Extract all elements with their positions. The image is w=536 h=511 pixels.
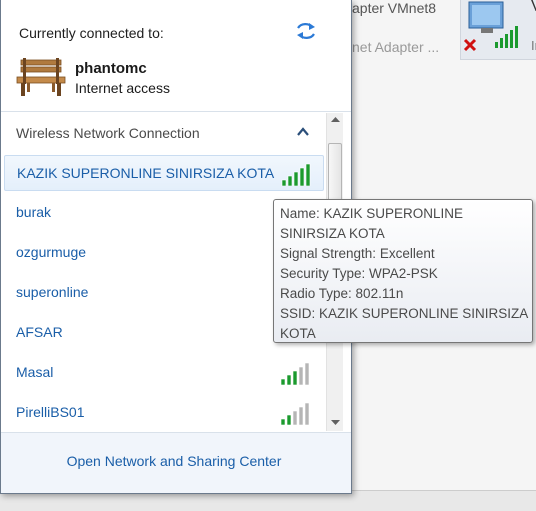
- wireless-section-header[interactable]: Wireless Network Connection: [1, 113, 326, 153]
- connected-label: Currently connected to:: [19, 25, 164, 41]
- connected-section: Currently connected to: phantomc Interne…: [1, 0, 351, 112]
- scroll-up-icon[interactable]: [327, 113, 344, 127]
- background-letter-bottom: Ir: [531, 38, 536, 53]
- network-item[interactable]: PirelliBS01: [4, 395, 324, 431]
- tooltip-line: Signal Strength: Excellent: [280, 246, 435, 261]
- connected-network-status: Internet access: [75, 80, 170, 96]
- signal-bar: [299, 167, 305, 186]
- signal-bar: [287, 175, 293, 186]
- network-item-label: KAZIK SUPERONLINE SINIRSIZA KOTA: [17, 165, 275, 181]
- signal-bar: [280, 418, 286, 425]
- signal-strength-icon: [281, 163, 311, 186]
- monitor-disconnected-icon: [463, 1, 518, 52]
- background-letter-top: V: [531, 0, 536, 16]
- tooltip-line: Name: KAZIK SUPERONLINE: [280, 206, 464, 221]
- flyout-footer: Open Network and Sharing Center: [1, 432, 351, 493]
- network-item-label: PirelliBS01: [16, 404, 85, 420]
- open-network-sharing-center-link[interactable]: Open Network and Sharing Center: [1, 453, 347, 469]
- signal-bar: [298, 406, 304, 425]
- network-item[interactable]: KAZIK SUPERONLINE SINIRSIZA KOTA: [4, 155, 324, 191]
- network-item-label: Masal: [16, 364, 54, 380]
- chevron-up-icon[interactable]: [296, 126, 310, 138]
- network-item-label: superonline: [16, 284, 89, 300]
- background-adapter-name: apter VMnet8: [352, 0, 437, 16]
- background-adapter-type: net Adapter ...: [352, 39, 440, 55]
- tooltip-line: Radio Type: 802.11n: [280, 286, 404, 301]
- network-item-label: AFSAR: [16, 324, 63, 340]
- signal-bar: [304, 402, 310, 425]
- network-item-label: ozgurmuge: [16, 244, 87, 260]
- tooltip-line: KOTA: [280, 326, 316, 341]
- signal-bar: [292, 370, 298, 385]
- signal-bar: [305, 163, 311, 186]
- signal-strength-icon: [280, 362, 310, 385]
- signal-bar: [304, 362, 310, 385]
- network-item[interactable]: Masal: [4, 355, 324, 391]
- signal-strength-icon: [280, 402, 310, 425]
- network-tooltip: Name: KAZIK SUPERONLINE SINIRSIZA KOTA Sig…: [273, 199, 533, 343]
- tooltip-line: SINIRSIZA KOTA: [280, 226, 385, 241]
- tooltip-line: SSID: KAZIK SUPERONLINE SINIRSIZA: [280, 306, 529, 321]
- connected-network-name: phantomc: [75, 60, 147, 77]
- scroll-down-icon[interactable]: [327, 415, 344, 429]
- tooltip-line: Security Type: WPA2-PSK: [280, 266, 438, 281]
- signal-bar: [286, 414, 292, 425]
- network-adapter-icon[interactable]: V Ir: [460, 0, 536, 60]
- signal-bar: [286, 374, 292, 385]
- signal-bar: [292, 410, 298, 425]
- wireless-section-label: Wireless Network Connection: [16, 125, 200, 141]
- bench-icon: [16, 58, 66, 96]
- signal-bar: [298, 366, 304, 385]
- signal-bar: [280, 378, 286, 385]
- signal-bar: [281, 179, 287, 186]
- signal-bar: [293, 171, 299, 186]
- network-item-label: burak: [16, 204, 52, 220]
- refresh-arrows-icon[interactable]: [295, 21, 317, 41]
